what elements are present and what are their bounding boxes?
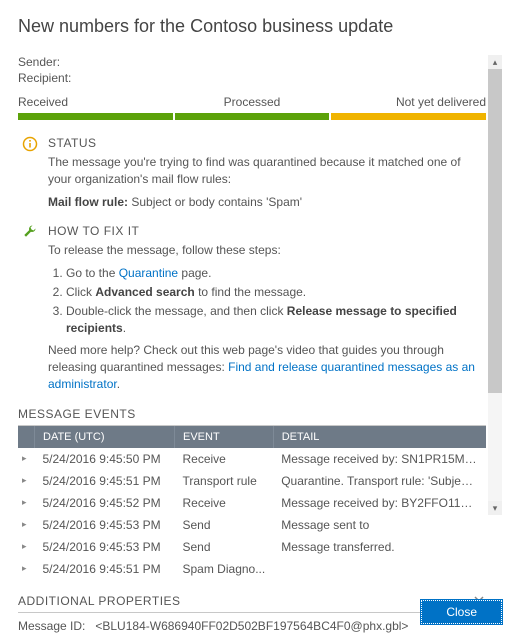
scroll-track[interactable] — [488, 69, 502, 501]
wrench-icon — [22, 224, 38, 243]
progress-label-received: Received — [18, 95, 174, 109]
vertical-scrollbar[interactable]: ▴ ▾ — [488, 55, 502, 515]
quarantine-link[interactable]: Quarantine — [119, 266, 178, 280]
expand-icon[interactable]: ▸ — [18, 536, 35, 558]
message-trace-dialog: New numbers for the Contoso business upd… — [0, 0, 520, 638]
fix-section: HOW TO FIX IT To release the message, fo… — [18, 224, 486, 392]
expand-icon[interactable]: ▸ — [18, 514, 35, 536]
cell-event: Receive — [175, 492, 274, 514]
cell-detail: Message sent to — [273, 514, 486, 536]
expand-icon[interactable]: ▸ — [18, 448, 35, 470]
cell-date: 5/24/2016 9:45:51 PM — [35, 558, 175, 580]
status-rule-label: Mail flow rule: — [48, 195, 128, 209]
cell-detail: Message received by: BY2FFO11HUB014 — [273, 492, 486, 514]
dialog-title: New numbers for the Contoso business upd… — [18, 16, 502, 37]
cell-date: 5/24/2016 9:45:50 PM — [35, 448, 175, 470]
expand-icon[interactable]: ▸ — [18, 470, 35, 492]
fix-help: Need more help? Check out this web page'… — [48, 342, 486, 392]
status-section: STATUS The message you're trying to find… — [18, 136, 486, 210]
status-rule-value: Subject or body contains 'Spam' — [131, 195, 302, 209]
cell-date: 5/24/2016 9:45:52 PM — [35, 492, 175, 514]
col-event[interactable]: EVENT — [175, 426, 274, 448]
progress-bar — [18, 113, 486, 120]
cell-event: Spam Diagno... — [175, 558, 274, 580]
cell-detail: Message received by: SN1PR15MB0173 — [273, 448, 486, 470]
progress-label-processed: Processed — [174, 95, 330, 109]
progress-labels: Received Processed Not yet delivered — [18, 95, 486, 109]
scroll-down-arrow[interactable]: ▾ — [488, 501, 502, 515]
fix-step-3: Double-click the message, and then click… — [66, 303, 486, 337]
progress-seg-received — [18, 113, 173, 120]
message-id-value: <BLU184-W686940FF02D502BF197564BC4F0@phx… — [95, 619, 408, 633]
cell-event: Transport rule — [175, 470, 274, 492]
table-row[interactable]: ▸5/24/2016 9:45:50 PMReceiveMessage rece… — [18, 448, 486, 470]
status-heading: STATUS — [48, 136, 486, 150]
table-row[interactable]: ▸5/24/2016 9:45:52 PMReceiveMessage rece… — [18, 492, 486, 514]
expand-icon[interactable]: ▸ — [18, 492, 35, 514]
recipient-line: Recipient: — [18, 71, 486, 85]
sender-label: Sender: — [18, 55, 60, 69]
scroll-up-arrow[interactable]: ▴ — [488, 55, 502, 69]
sender-line: Sender: — [18, 55, 486, 69]
events-heading: MESSAGE EVENTS — [18, 407, 486, 426]
cell-detail: Quarantine. Transport rule: 'Subject or … — [273, 470, 486, 492]
fix-step-1: Go to the Quarantine page. — [66, 265, 486, 282]
cell-detail — [273, 558, 486, 580]
col-expand — [18, 426, 35, 448]
cell-date: 5/24/2016 9:45:51 PM — [35, 470, 175, 492]
table-row[interactable]: ▸5/24/2016 9:45:53 PMSendMessage sent to — [18, 514, 486, 536]
info-icon — [22, 136, 38, 155]
table-row[interactable]: ▸5/24/2016 9:45:53 PMSendMessage transfe… — [18, 536, 486, 558]
close-button[interactable]: Close — [421, 600, 502, 624]
table-row[interactable]: ▸5/24/2016 9:45:51 PMTransport ruleQuara… — [18, 470, 486, 492]
fix-step-2: Click Advanced search to find the messag… — [66, 284, 486, 301]
cell-date: 5/24/2016 9:45:53 PM — [35, 536, 175, 558]
fix-steps: Go to the Quarantine page. Click Advance… — [66, 265, 486, 336]
cell-event: Send — [175, 536, 274, 558]
status-rule: Mail flow rule: Subject or body contains… — [48, 194, 486, 211]
cell-event: Send — [175, 514, 274, 536]
col-date[interactable]: DATE (UTC) — [35, 426, 175, 448]
message-id-line: Message ID: <BLU184-W686940FF02D502BF197… — [18, 619, 486, 633]
fix-heading: HOW TO FIX IT — [48, 224, 486, 238]
additional-section: ADDITIONAL PROPERTIES Message ID: <BLU18… — [18, 594, 486, 633]
cell-date: 5/24/2016 9:45:53 PM — [35, 514, 175, 536]
progress-seg-not-delivered — [331, 113, 486, 120]
recipient-label: Recipient: — [18, 71, 71, 85]
scroll-thumb[interactable] — [488, 69, 502, 393]
dialog-content: Sender: Recipient: Received Processed No… — [18, 55, 486, 633]
message-id-label: Message ID: — [18, 619, 85, 633]
fix-intro: To release the message, follow these ste… — [48, 242, 486, 259]
cell-event: Receive — [175, 448, 274, 470]
status-body: The message you're trying to find was qu… — [48, 154, 486, 188]
cell-detail: Message transferred. — [273, 536, 486, 558]
table-row[interactable]: ▸5/24/2016 9:45:51 PMSpam Diagno... — [18, 558, 486, 580]
col-detail[interactable]: DETAIL — [273, 426, 486, 448]
additional-heading: ADDITIONAL PROPERTIES — [18, 594, 486, 613]
expand-icon[interactable]: ▸ — [18, 558, 35, 580]
events-table: DATE (UTC) EVENT DETAIL ▸5/24/2016 9:45:… — [18, 426, 486, 580]
progress-seg-processed — [175, 113, 330, 120]
progress-label-not-delivered: Not yet delivered — [330, 95, 486, 109]
